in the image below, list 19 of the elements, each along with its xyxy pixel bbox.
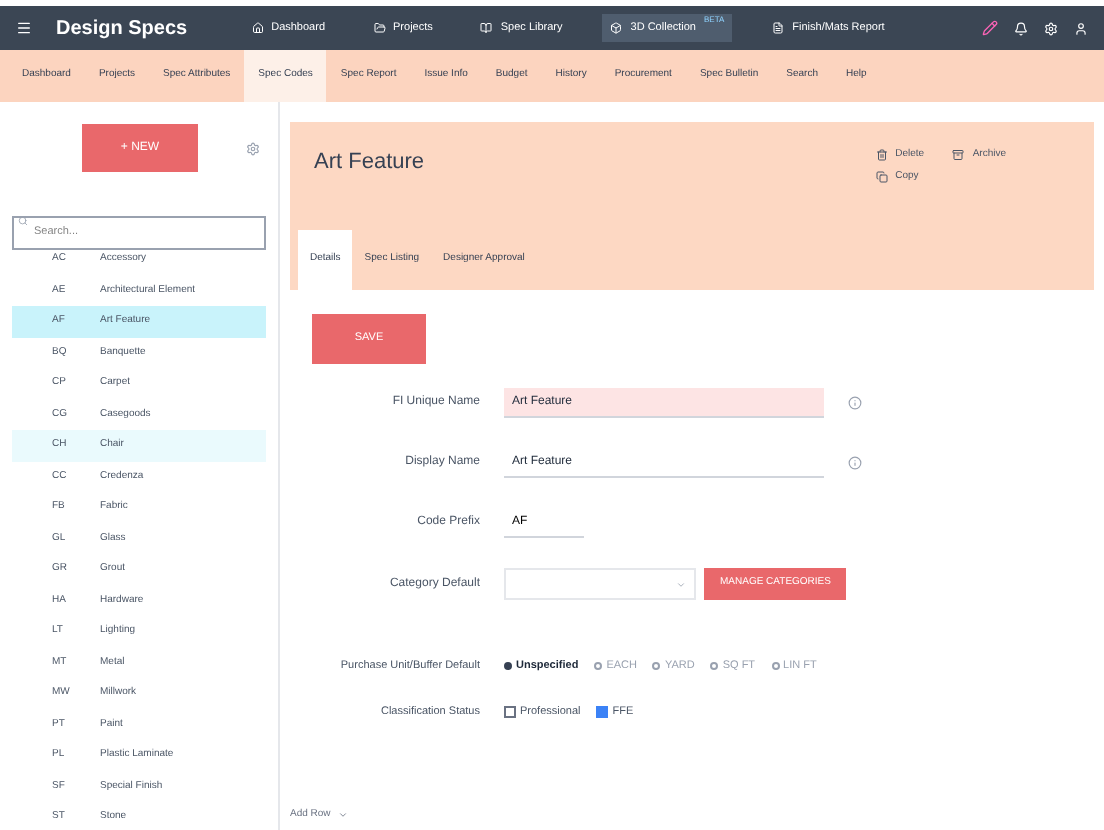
caret-icon: [338, 809, 349, 820]
archive-icon: [952, 148, 965, 163]
menu-icon[interactable]: [16, 20, 32, 36]
pencil-icon[interactable]: [982, 20, 998, 36]
search-icon: [18, 215, 28, 225]
cube-icon: [610, 22, 623, 34]
chevron-icon: [676, 579, 686, 589]
user-icon[interactable]: [1074, 21, 1088, 35]
folder-icon: [373, 22, 386, 34]
home-icon: [251, 22, 264, 34]
bell-icon[interactable]: [1014, 21, 1028, 35]
book-icon: [480, 22, 493, 34]
document-icon: [772, 22, 785, 34]
page-title: Art Feature: [314, 148, 425, 178]
app-logo[interactable]: Design Specs: [56, 13, 188, 43]
info-icon: [848, 456, 862, 470]
trash-icon: [875, 148, 888, 163]
info-icon: [848, 396, 862, 410]
copy-icon: [875, 169, 888, 184]
